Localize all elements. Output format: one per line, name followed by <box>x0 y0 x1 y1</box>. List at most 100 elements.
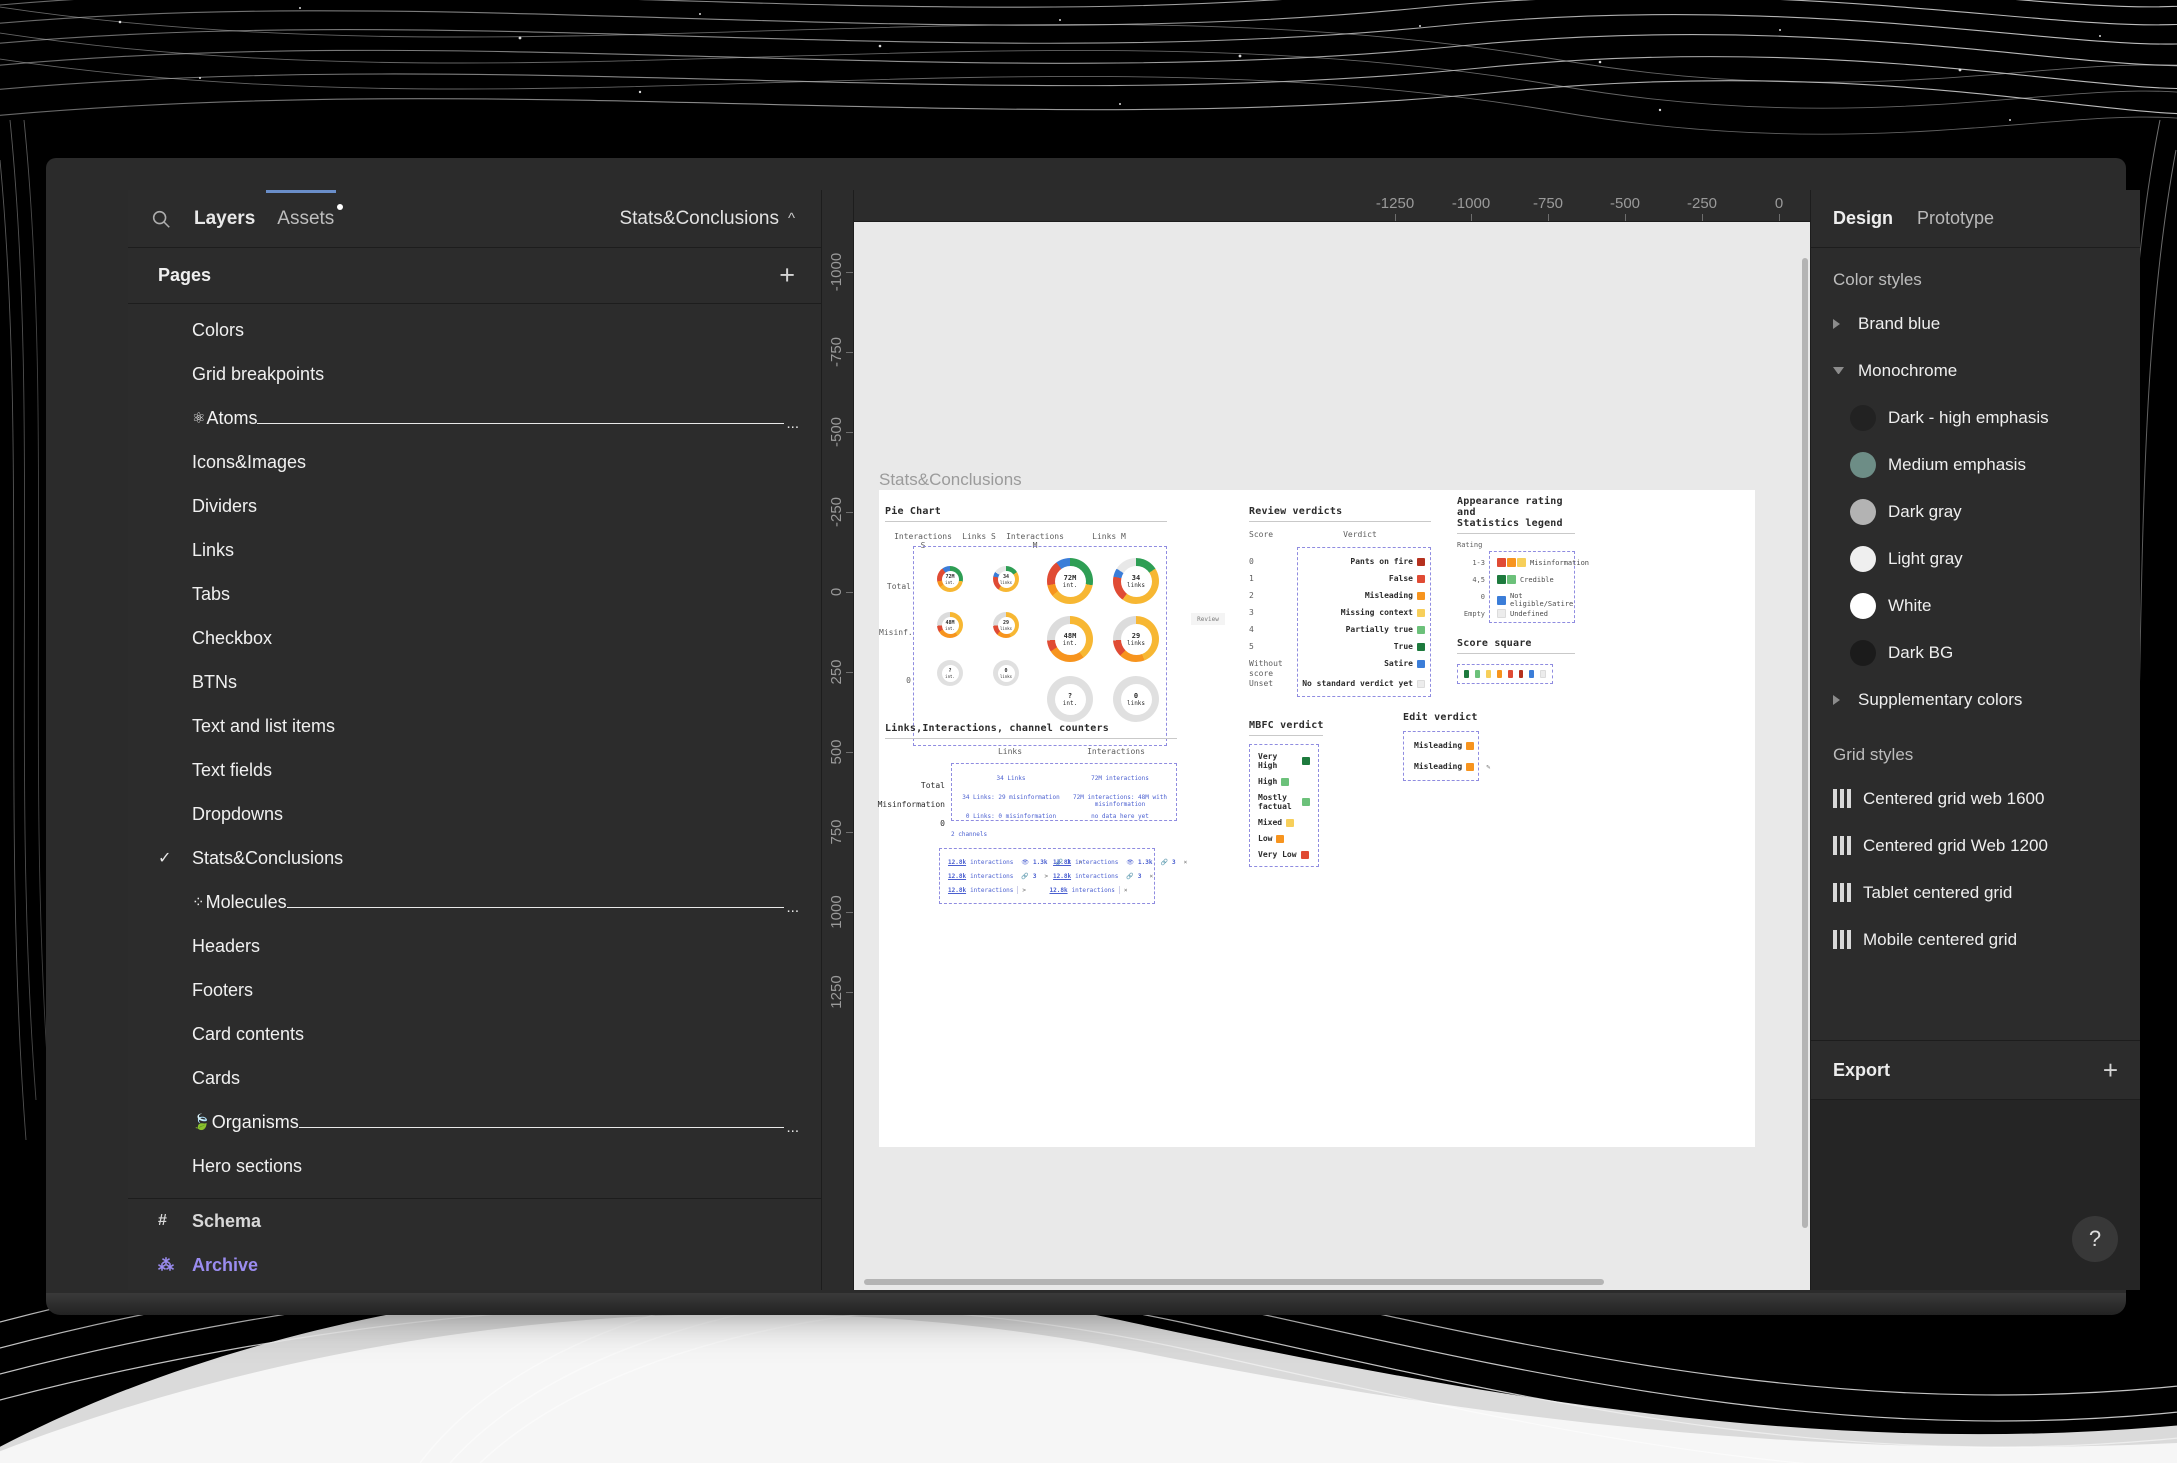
add-export-button[interactable]: + <box>2103 1057 2118 1083</box>
tab-design[interactable]: Design <box>1833 208 1893 229</box>
page-item-atoms[interactable]: ⚛ Atoms... <box>128 396 821 440</box>
mbfc-row[interactable]: Mostly factual <box>1258 793 1310 811</box>
canvas[interactable]: -1250-1000-750-500-25002505007 -1000-750… <box>822 190 1810 1290</box>
page-item-btns[interactable]: BTNs <box>128 660 821 704</box>
edit-verdict-row[interactable]: Misleading <box>1414 741 1475 750</box>
page-item-grid-breakpoints[interactable]: Grid breakpoints <box>128 352 821 396</box>
canvas-viewport[interactable]: Stats&Conclusions Pie Chart Interactions… <box>854 222 1810 1290</box>
color-group-monochrome[interactable]: Monochrome <box>1811 347 2140 394</box>
tab-assets[interactable]: Assets <box>277 203 344 230</box>
donut-chart[interactable]: 34 links <box>1113 558 1159 604</box>
donut-chart[interactable]: ? int. <box>937 660 963 686</box>
mbfc-row[interactable]: Very Low <box>1258 850 1310 859</box>
color-style-white[interactable]: White <box>1811 582 2140 629</box>
verdict-row[interactable]: Pants on fire <box>1297 557 1425 566</box>
donut-chart[interactable]: 34 links <box>993 566 1019 592</box>
page-item-cards[interactable]: Cards <box>128 1056 821 1100</box>
interaction-row[interactable]: 12.8k interactions 👁 1.3k 🔗 3 >12.8k interactio… <box>948 855 1187 869</box>
color-style-light-gray[interactable]: Light gray <box>1811 535 2140 582</box>
verdict-row[interactable]: False <box>1297 574 1425 583</box>
page-item-checkbox[interactable]: Checkbox <box>128 616 821 660</box>
verdict-row[interactable]: No standard verdict yet <box>1297 679 1425 688</box>
close-icon[interactable]: × <box>1184 859 1188 866</box>
verdict-row[interactable]: Satire <box>1297 659 1425 668</box>
pages-list[interactable]: Colors Grid breakpoints ⚛ Atoms... Icons&Ima… <box>128 304 821 1290</box>
donut-chart[interactable]: 72M int. <box>937 566 963 592</box>
score-square-swatch[interactable] <box>1464 670 1469 678</box>
verdict-row[interactable]: True <box>1297 642 1425 651</box>
search-icon[interactable] <box>150 208 172 230</box>
color-style-medium-emphasis[interactable]: Medium emphasis <box>1811 441 2140 488</box>
tab-prototype[interactable]: Prototype <box>1917 208 1994 229</box>
color-style-dark-high-emphasis[interactable]: Dark - high emphasis <box>1811 394 2140 441</box>
page-item-footers[interactable]: Footers <box>128 968 821 1012</box>
verdict-row[interactable]: Missing context <box>1297 608 1425 617</box>
interaction-row[interactable]: 12.8k interactions >12.8k interactions × <box>948 883 1146 897</box>
page-item-dropdowns[interactable]: Dropdowns <box>128 792 821 836</box>
color-style-dark-gray[interactable]: Dark gray <box>1811 488 2140 535</box>
donut-chart[interactable]: ? int. <box>1047 676 1093 722</box>
review-chip[interactable]: Review <box>1191 613 1225 625</box>
score-square-swatch[interactable] <box>1518 670 1524 678</box>
page-item-schema[interactable]: # Schema <box>128 1199 821 1243</box>
page-item-archive[interactable]: ⁂ Archive <box>128 1243 821 1287</box>
page-item-text-and-list-items[interactable]: Text and list items <box>128 704 821 748</box>
score-square-swatch[interactable] <box>1540 670 1547 678</box>
pencil-edit-icon[interactable]: ✎ <box>1486 763 1490 771</box>
page-selector[interactable]: Stats&Conclusions ^ <box>619 208 795 230</box>
score-square-swatch[interactable] <box>1496 670 1502 678</box>
grid-style-centered-grid-web-1200[interactable]: Centered grid Web 1200 <box>1811 822 2140 869</box>
grid-style-centered-grid-web-1600[interactable]: Centered grid web 1600 <box>1811 775 2140 822</box>
close-icon[interactable]: × <box>1124 887 1128 894</box>
page-item-stats-conclusions[interactable]: ✓ Stats&Conclusions <box>128 836 821 880</box>
mbfc-row[interactable]: Low <box>1258 834 1310 843</box>
mbfc-row[interactable]: High <box>1258 777 1310 786</box>
help-icon[interactable]: ? <box>2072 1216 2118 1262</box>
donut-chart[interactable]: 72M int. <box>1047 558 1093 604</box>
donut-chart[interactable]: 0 links <box>993 660 1019 686</box>
page-item-tabs[interactable]: Tabs <box>128 572 821 616</box>
score-square-swatch[interactable] <box>1529 670 1535 678</box>
mbfc-row[interactable]: Mixed <box>1258 818 1310 827</box>
page-item-colors[interactable]: Colors <box>128 308 821 352</box>
page-item-card-contents[interactable]: Card contents <box>128 1012 821 1056</box>
close-icon[interactable]: × <box>1150 873 1154 880</box>
grid-style-mobile-centered-grid[interactable]: Mobile centered grid <box>1811 916 2140 963</box>
page-item-text-fields[interactable]: Text fields <box>128 748 821 792</box>
chevron-right-icon[interactable]: > <box>1022 887 1026 894</box>
page-item-dividers[interactable]: Dividers <box>128 484 821 528</box>
tab-layers[interactable]: Layers <box>194 208 255 230</box>
page-item-headers[interactable]: Headers <box>128 924 821 968</box>
score-square-swatch[interactable] <box>1485 670 1491 678</box>
mbfc-row[interactable]: Very High <box>1258 752 1310 770</box>
page-item-organisms[interactable]: 🍃 Organisms... <box>128 1100 821 1144</box>
chevron-right-icon[interactable] <box>1833 318 1844 329</box>
canvas-horizontal-scrollbar[interactable] <box>864 1279 1604 1285</box>
artboard-title[interactable]: Stats&Conclusions <box>879 470 1022 490</box>
interaction-row[interactable]: 12.8k interactions 🔗 3 >12.8k interactions 🔗 3 × <box>948 869 1153 883</box>
color-styles-list[interactable]: Brand blue Monochrome Dark - high emphasis… <box>1811 300 2140 723</box>
verdict-row[interactable]: Partially true <box>1297 625 1425 634</box>
color-group-supplementary-colors[interactable]: Supplementary colors <box>1811 676 2140 723</box>
artboard[interactable]: Pie Chart Interactions S Links S Interacti… <box>878 490 1755 1147</box>
color-group-brand-blue[interactable]: Brand blue <box>1811 300 2140 347</box>
add-page-button[interactable]: + <box>779 262 795 289</box>
donut-chart[interactable]: 29 links <box>1113 616 1159 662</box>
edit-verdict-row[interactable]: Misleading ✎ <box>1414 762 1490 771</box>
donut-chart[interactable]: 29 links <box>993 612 1019 638</box>
page-item-links[interactable]: Links <box>128 528 821 572</box>
canvas-vertical-scrollbar[interactable] <box>1802 258 1808 1228</box>
grid-styles-list[interactable]: Centered grid web 1600 Centered grid Web … <box>1811 775 2140 963</box>
donut-chart[interactable]: 0 links <box>1113 676 1159 722</box>
chevron-right-icon[interactable] <box>1833 694 1844 705</box>
color-style-dark-bg[interactable]: Dark BG <box>1811 629 2140 676</box>
chevron-right-icon[interactable]: > <box>1045 873 1049 880</box>
page-item-icons-images[interactable]: Icons&Images <box>128 440 821 484</box>
chevron-down-icon[interactable] <box>1833 367 1844 374</box>
grid-style-tablet-centered-grid[interactable]: Tablet centered grid <box>1811 869 2140 916</box>
score-square-swatch[interactable] <box>1507 670 1513 678</box>
score-square-swatch[interactable] <box>1474 670 1480 678</box>
page-item-hero-sections[interactable]: Hero sections <box>128 1144 821 1188</box>
donut-chart[interactable]: 48M int. <box>937 612 963 638</box>
donut-chart[interactable]: 48M int. <box>1047 616 1093 662</box>
